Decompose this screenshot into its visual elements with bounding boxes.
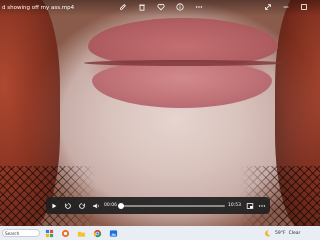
weather-temperature: 59°F <box>275 230 286 236</box>
maximize-icon[interactable] <box>300 3 308 11</box>
play-button[interactable] <box>50 202 58 210</box>
taskbar: Search 59°F Clear <box>0 226 320 240</box>
media-controls: 00:06 10:53 <box>46 197 270 214</box>
delete-icon[interactable] <box>138 3 146 11</box>
volume-button[interactable] <box>92 202 100 210</box>
rewind-button[interactable] <box>64 202 72 210</box>
window-controls <box>264 3 308 11</box>
current-time: 00:06 <box>104 203 117 208</box>
expand-icon[interactable] <box>264 3 272 11</box>
task-view-icon[interactable] <box>60 228 70 238</box>
more-options-button[interactable] <box>258 202 266 210</box>
video-content-lower-lip <box>92 62 272 108</box>
total-duration: 10:53 <box>228 203 241 208</box>
favorite-icon[interactable] <box>157 3 165 11</box>
forward-button[interactable] <box>78 202 86 210</box>
widgets-icon[interactable] <box>44 228 54 238</box>
minimize-icon[interactable] <box>282 3 290 11</box>
system-tray: 59°F Clear <box>262 228 300 238</box>
taskbar-search[interactable]: Search <box>2 229 40 237</box>
seek-bar[interactable] <box>118 202 226 209</box>
info-icon[interactable] <box>176 3 184 11</box>
weather-description: Clear <box>288 230 301 236</box>
chrome-icon[interactable] <box>92 228 102 238</box>
taskbar-apps <box>44 228 118 238</box>
file-explorer-icon[interactable] <box>76 228 86 238</box>
title-actions <box>119 3 203 11</box>
miniplayer-button[interactable] <box>246 202 254 210</box>
title-bar: d showing off my ass.mp4 <box>0 0 320 16</box>
photos-icon[interactable] <box>108 228 118 238</box>
more-icon[interactable] <box>195 3 203 11</box>
video-frame[interactable] <box>0 0 320 226</box>
window-title: d showing off my ass.mp4 <box>2 5 75 11</box>
video-content-mesh <box>0 166 320 226</box>
weather-moon-icon[interactable] <box>262 228 272 238</box>
search-placeholder: Search <box>5 230 20 236</box>
seek-thumb[interactable] <box>118 202 125 209</box>
video-content-upper-lip <box>88 18 278 66</box>
video-content-mouth-line <box>84 60 284 66</box>
edit-icon[interactable] <box>119 3 127 11</box>
